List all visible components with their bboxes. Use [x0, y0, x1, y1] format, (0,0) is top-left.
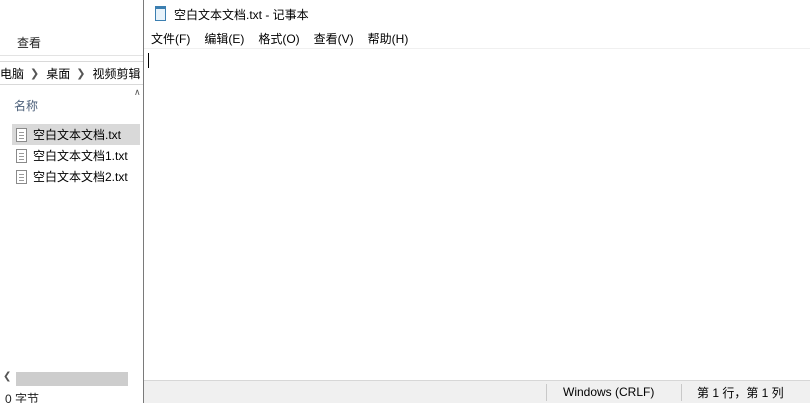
scrollbar-thumb[interactable]	[16, 372, 128, 386]
ribbon-divider	[0, 55, 144, 56]
ribbon-tab-view[interactable]: 查看	[17, 34, 41, 51]
chevron-right-icon[interactable]: ❯	[30, 67, 39, 80]
status-divider	[546, 384, 547, 401]
chevron-up-icon[interactable]: ∧	[134, 87, 141, 98]
column-header-name[interactable]: 名称	[14, 97, 38, 114]
window-title: 空白文本文档.txt - 记事本	[174, 7, 309, 22]
status-cursor-position: 第 1 行，第 1 列	[697, 385, 784, 400]
breadcrumb-item[interactable]: 桌面	[46, 65, 70, 82]
menu-edit[interactable]: 编辑(E)	[197, 28, 251, 49]
notepad-window: 空白文本文档.txt - 记事本 文件(F) 编辑(E) 格式(O) 查看(V)…	[143, 0, 810, 403]
status-line-ending: Windows (CRLF)	[563, 385, 655, 399]
horizontal-scrollbar[interactable]: ❮	[0, 369, 144, 387]
file-name: 空白文本文档1.txt	[33, 149, 128, 163]
file-list: 空白文本文档.txt 空白文本文档1.txt 空白文本文档2.txt	[12, 124, 140, 187]
text-file-icon	[16, 169, 27, 184]
menu-file[interactable]: 文件(F)	[144, 28, 197, 49]
menu-format[interactable]: 格式(O)	[251, 28, 306, 49]
text-file-icon	[16, 127, 27, 142]
status-divider	[681, 384, 682, 401]
menu-help[interactable]: 帮助(H)	[361, 28, 416, 49]
menu-view[interactable]: 查看(V)	[307, 28, 361, 49]
title-bar[interactable]: 空白文本文档.txt - 记事本	[144, 0, 810, 28]
list-item[interactable]: 空白文本文档.txt	[12, 124, 140, 145]
text-caret	[148, 53, 149, 68]
file-explorer-window: 查看 电脑 ❯ 桌面 ❯ 视频剪辑 ∧ 名称 空白文本文档.txt 空白文本文档…	[0, 0, 144, 403]
breadcrumb-item[interactable]: 电脑	[0, 65, 24, 82]
file-name: 空白文本文档.txt	[33, 128, 122, 142]
explorer-status-text: 0 字节	[5, 392, 40, 403]
chevron-left-icon[interactable]: ❮	[3, 371, 11, 382]
notepad-icon[interactable]	[154, 6, 168, 22]
list-item[interactable]: 空白文本文档1.txt	[12, 145, 140, 166]
text-editor[interactable]	[144, 48, 810, 380]
text-file-icon	[16, 148, 27, 163]
desktop: 查看 电脑 ❯ 桌面 ❯ 视频剪辑 ∧ 名称 空白文本文档.txt 空白文本文档…	[0, 0, 810, 403]
address-bar[interactable]: 电脑 ❯ 桌面 ❯ 视频剪辑	[0, 61, 144, 85]
file-name: 空白文本文档2.txt	[33, 170, 128, 184]
chevron-right-icon[interactable]: ❯	[76, 67, 85, 80]
status-bar: Windows (CRLF) 第 1 行，第 1 列	[144, 380, 810, 403]
list-item[interactable]: 空白文本文档2.txt	[12, 166, 140, 187]
menu-bar: 文件(F) 编辑(E) 格式(O) 查看(V) 帮助(H)	[144, 28, 810, 48]
breadcrumb-item[interactable]: 视频剪辑	[92, 65, 140, 82]
